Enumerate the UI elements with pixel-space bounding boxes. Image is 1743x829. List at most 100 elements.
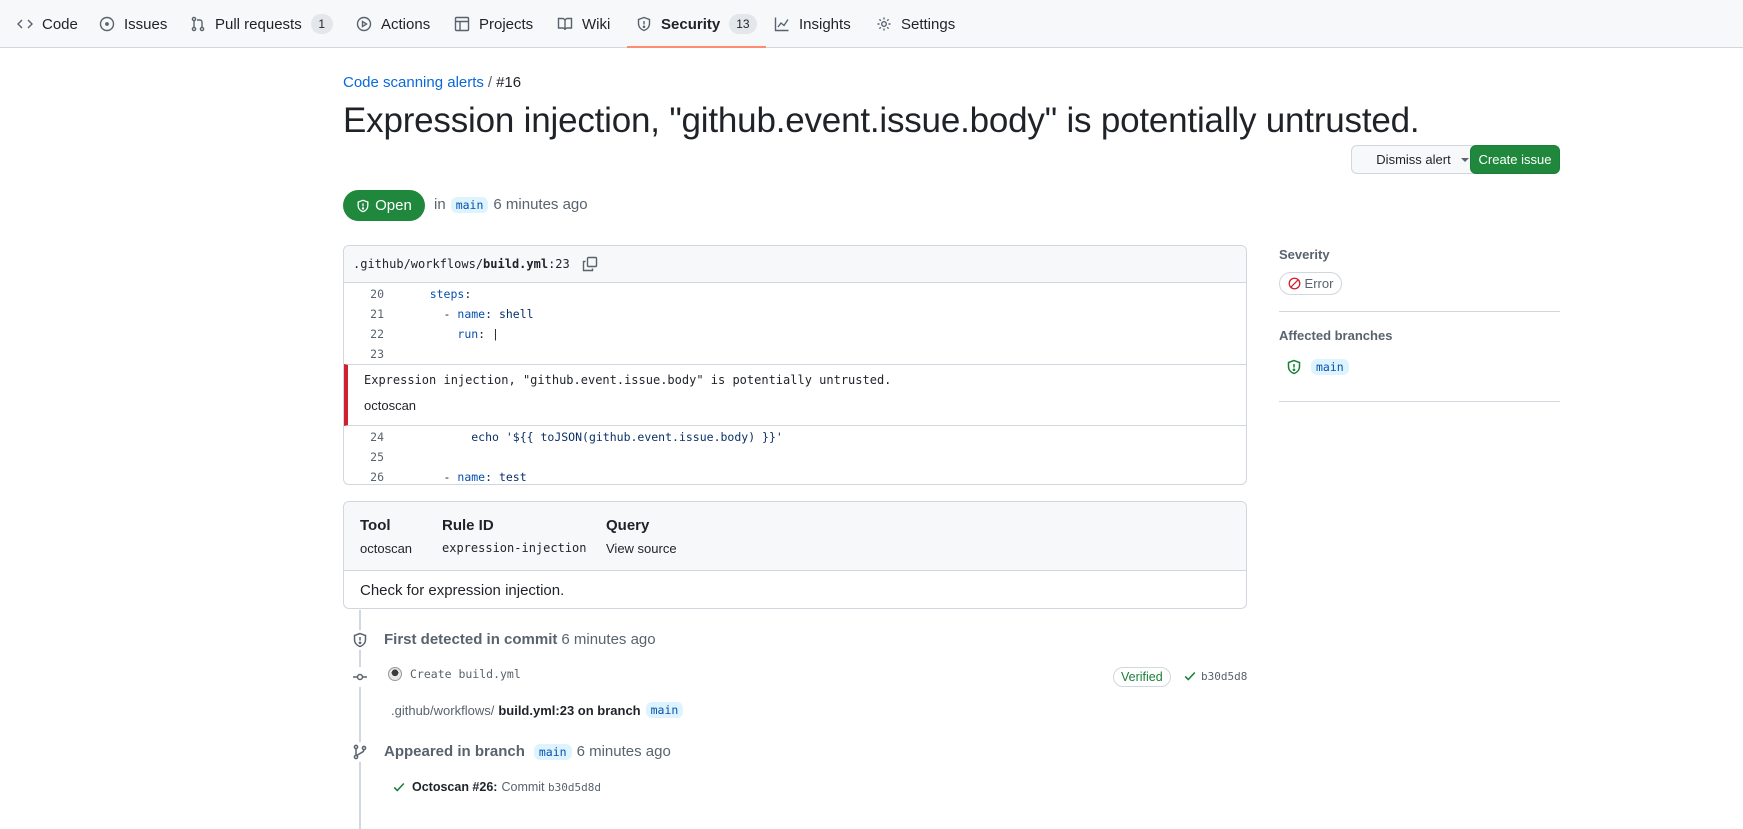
code-line: 21 - name: shell [344, 304, 1246, 324]
shield-icon [350, 630, 370, 650]
commit-path-prefix: .github/workflows/ [391, 702, 495, 718]
tab-label: Projects [479, 15, 534, 33]
book-icon [557, 16, 573, 32]
pull-requests-count: 1 [310, 14, 333, 34]
shield-icon [1287, 359, 1301, 375]
sidebar-divider [1279, 311, 1560, 312]
branch-chip[interactable]: main [533, 743, 572, 760]
sidebar-divider [1279, 401, 1560, 402]
tab-code[interactable]: Code [17, 0, 78, 48]
commit-row: Create build.yml [388, 667, 521, 681]
verified-badge[interactable]: Verified [1113, 667, 1171, 687]
code-key: name [457, 470, 486, 484]
code-line: 20 steps: [344, 284, 1246, 304]
code-line: 22 run: | [344, 324, 1246, 344]
tab-insights[interactable]: Insights [774, 0, 851, 48]
code-line: 25 [344, 447, 1246, 467]
code-indent: - [402, 470, 458, 484]
code-snippet: .github/workflows/build.yml:23 20 steps:… [343, 245, 1247, 485]
first-detected-time: 6 minutes ago [561, 631, 656, 648]
rule-details: Tool octoscan Rule ID expression-injecti… [343, 501, 1247, 609]
code-key: name [457, 307, 486, 321]
graph-icon [774, 16, 790, 32]
tab-issues[interactable]: Issues [99, 0, 167, 48]
breadcrumb-code-scanning-alerts[interactable]: Code scanning alerts [343, 74, 484, 91]
branch-chip[interactable]: main [450, 196, 489, 213]
security-count: 13 [729, 14, 757, 34]
code-indent: - [402, 307, 458, 321]
tab-security[interactable]: Security 13 [627, 0, 766, 48]
alert-meta: in main 6 minutes ago [434, 196, 588, 213]
tab-label: Issues [124, 15, 168, 33]
line-number: 22 [370, 327, 384, 341]
rule-details-header: Tool octoscan Rule ID expression-injecti… [344, 502, 1246, 571]
commit-message[interactable]: Create build.yml [410, 667, 521, 681]
affected-branch-chip[interactable]: main [1311, 359, 1349, 375]
line-number: 24 [370, 430, 384, 444]
tab-actions[interactable]: Actions [356, 0, 430, 48]
branch-chip[interactable]: main [645, 702, 684, 718]
tab-settings[interactable]: Settings [876, 0, 955, 48]
tab-label: Pull requests [215, 15, 302, 33]
line-number: 21 [370, 307, 384, 321]
code-icon [17, 16, 33, 32]
commit-sha: b30d5d8 [1183, 669, 1247, 683]
code-line: 23 [344, 344, 1246, 364]
tab-projects[interactable]: Projects [454, 0, 533, 48]
dismiss-alert-label: Dismiss alert [1376, 152, 1451, 167]
tab-wiki[interactable]: Wiki [557, 0, 610, 48]
file-name[interactable]: build.yml [483, 257, 548, 271]
tool-column: Tool octoscan [360, 517, 412, 556]
gear-icon [876, 16, 892, 32]
breadcrumb-current: #16 [496, 74, 522, 91]
tab-label: Actions [381, 15, 431, 33]
timeline-first-detected: First detected in commit 6 minutes ago [384, 631, 656, 648]
table-icon [454, 16, 470, 32]
line-number: 25 [370, 450, 384, 464]
status-badge: Open [343, 190, 425, 221]
appeared-time: 6 minutes ago [576, 743, 671, 760]
code-lines-after: 24 echo '${{ toJSON(github.event.issue.b… [344, 426, 1246, 484]
severity-value: Error [1304, 276, 1334, 291]
code-rest: : test [485, 470, 527, 484]
code-lines-before: 20 steps: 21 - name: shell 22 run: | 23 [344, 283, 1246, 364]
view-source-link[interactable]: View source [606, 541, 677, 556]
line-number: 26 [370, 470, 384, 484]
rule-id-value: expression-injection [442, 541, 587, 555]
avatar[interactable] [388, 667, 402, 681]
breadcrumb: Code scanning alerts / #16 [343, 74, 521, 91]
code-rest: : | [478, 327, 499, 341]
timeline-appeared: Appeared in branch main 6 minutes ago [384, 743, 671, 760]
code-file-header: .github/workflows/build.yml:23 [344, 246, 1246, 283]
severity-heading: Severity [1279, 247, 1330, 262]
commit-path-file[interactable]: build.yml:23 on branch [498, 703, 640, 718]
code-rest: : shell [485, 307, 534, 321]
query-label: Query [606, 517, 650, 534]
run-name[interactable]: Octoscan #26: [412, 780, 497, 794]
code-key: run [457, 327, 479, 341]
run-sha[interactable]: b30d5d8d [548, 781, 601, 794]
code-rest: : [464, 287, 472, 301]
git-branch-icon [350, 742, 370, 762]
status-label: Open [375, 197, 412, 214]
create-issue-button[interactable]: Create issue [1470, 145, 1560, 174]
appeared-label: Appeared in branch [384, 743, 525, 760]
tab-label: Wiki [582, 15, 611, 33]
in-label: in [434, 196, 446, 213]
breadcrumb-separator: / [487, 74, 493, 91]
tool-label: Tool [360, 517, 391, 534]
tab-pull-requests[interactable]: Pull requests 1 [190, 0, 333, 48]
commit-sha-value[interactable]: b30d5d8 [1201, 670, 1247, 683]
copy-icon[interactable] [582, 256, 598, 272]
inline-alert: Expression injection, "github.event.issu… [344, 364, 1246, 426]
check-icon [1184, 671, 1196, 681]
file-path-prefix: .github/workflows/ [353, 257, 484, 271]
rule-id-label: Rule ID [442, 517, 494, 534]
severity-badge: Error [1279, 272, 1342, 295]
query-column: Query View source [606, 517, 677, 556]
tab-label: Settings [901, 15, 956, 33]
inline-alert-tool: octoscan [364, 398, 417, 413]
